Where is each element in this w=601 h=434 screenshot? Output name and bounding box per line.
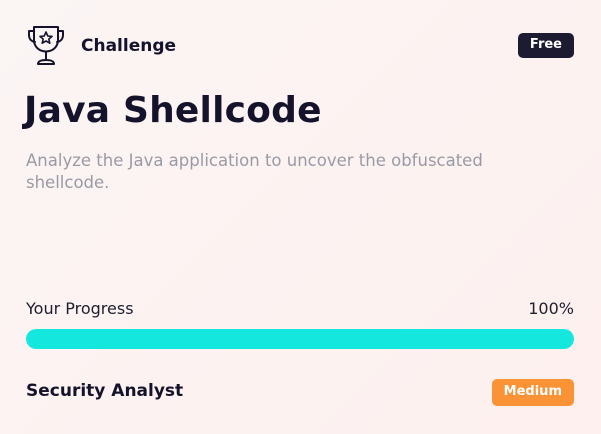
trophy-star-icon bbox=[26, 24, 66, 68]
challenge-description: Analyze the Java application to uncover … bbox=[26, 151, 483, 192]
challenge-card[interactable]: Challenge Free Java Shellcode Analyze th… bbox=[0, 0, 601, 434]
progress-label: Your Progress bbox=[26, 299, 134, 318]
progress-bar-fill bbox=[26, 329, 574, 349]
challenge-title: Java Shellcode bbox=[24, 90, 322, 131]
free-badge: Free bbox=[517, 33, 574, 58]
progress-value: 100% bbox=[528, 299, 574, 318]
difficulty-badge: Medium bbox=[491, 379, 574, 406]
progress-bar bbox=[26, 329, 574, 349]
role-label: Security Analyst bbox=[26, 381, 184, 401]
card-header: Challenge Free bbox=[26, 24, 574, 70]
category-label: Challenge bbox=[81, 36, 177, 56]
